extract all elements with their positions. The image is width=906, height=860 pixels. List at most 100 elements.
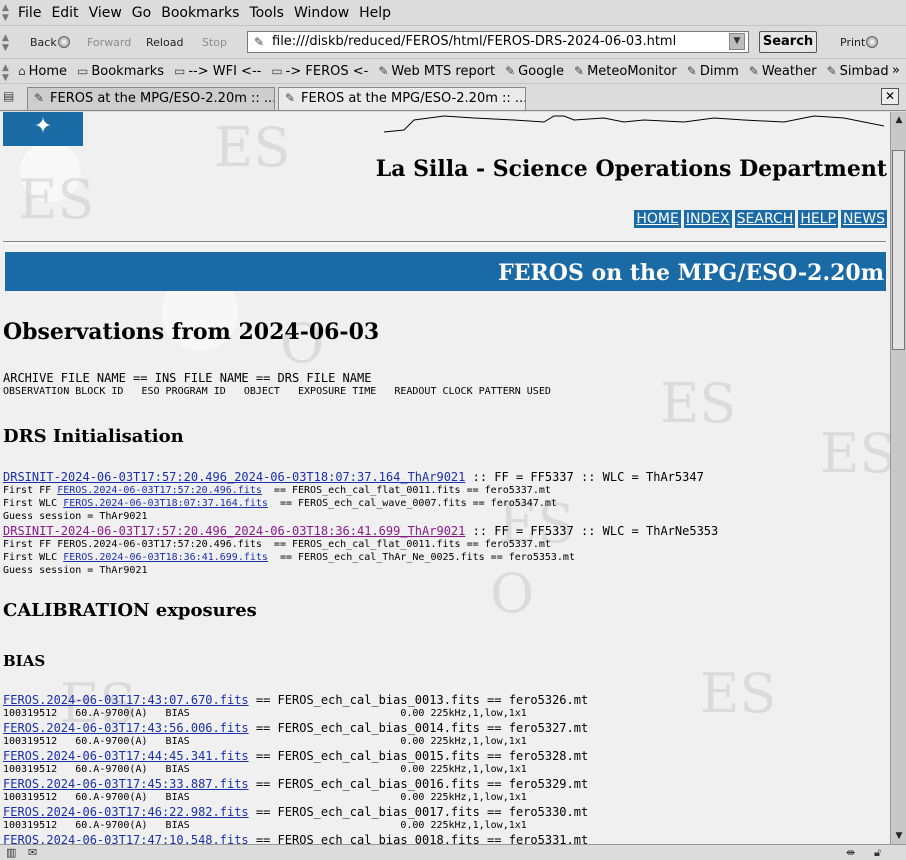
bookmark-wfi[interactable]: ▭ --> WFI <-- [174, 64, 261, 79]
home-icon: ⌂ [18, 64, 26, 78]
menu-tools[interactable]: Tools [249, 5, 294, 21]
bias-heading: BIAS [3, 652, 46, 670]
bias-fits-link[interactable]: FEROS.2024-06-03T17:44:45.341.fits [3, 749, 249, 763]
instrument-banner: FEROS on the MPG/ESO-2.20m [5, 252, 886, 291]
legend-line-1: ARCHIVE FILE NAME == INS FILE NAME == DR… [3, 371, 372, 385]
eso-watermark: ES [214, 116, 291, 179]
wlc-prefix: First WLC [3, 552, 64, 563]
toolbar-grip-icon[interactable]: ▲ ▼ [2, 63, 9, 83]
eso-watermark: ES [18, 168, 95, 231]
url-bar[interactable]: ✎ file:///diskb/reduced/FEROS/html/FEROS… [247, 31, 749, 53]
bias-row: FEROS.2024-06-03T17:43:56.006.fits == FE… [3, 721, 588, 735]
drsinit-link[interactable]: DRSINIT-2024-06-03T17:57:20.496_2024-06-… [3, 470, 465, 484]
drs-entry: DRSINIT-2024-06-03T17:57:20.496_2024-06-… [3, 524, 718, 538]
eso-watermark: ES [700, 662, 777, 725]
link-icon: ✎ [748, 64, 759, 78]
bias-fits-link[interactable]: FEROS.2024-06-03T17:47:10.548.fits [3, 833, 249, 844]
nav-help-link[interactable]: HELP [798, 210, 838, 228]
link-icon: ✎ [574, 64, 585, 78]
back-dropdown-icon[interactable] [57, 36, 70, 48]
nav-search-link[interactable]: SEARCH [734, 210, 796, 228]
ff-prefix: First FF [3, 539, 58, 550]
bookmark-home[interactable]: ⌂ Home [18, 64, 67, 79]
tab-2-active[interactable]: ✎ FEROS at the MPG/ESO-2.20m :: ... [278, 87, 526, 110]
bookmark-weather[interactable]: ✎ Weather [749, 64, 817, 79]
bias-tail: == FEROS_ech_cal_bias_0017.fits == fero5… [248, 805, 589, 819]
bias-row: FEROS.2024-06-03T17:44:45.341.fits == FE… [3, 749, 588, 763]
print-button[interactable]: Print [840, 36, 879, 49]
stop-button[interactable]: Stop [202, 36, 227, 49]
page-content: ES ES ES ES ES O O ES ES ✦ La Silla - Sc… [0, 112, 890, 844]
guess-session: Guess session = ThAr9021 [3, 511, 148, 522]
bookmark-feros[interactable]: ▭ -> FEROS <- [271, 64, 368, 79]
ff-fits-link[interactable]: FEROS.2024-06-03T17:57:20.496.fits [57, 485, 262, 496]
bookmark-label: Google [518, 64, 565, 79]
mail-icon[interactable]: ✉ [28, 846, 37, 859]
drs-summary: :: FF = FF5337 :: WLC = ThArNe5353 [465, 524, 719, 538]
bias-info: 100319512 60.A-9700(A) BIAS 0.00 225kHz,… [3, 764, 527, 775]
bias-fits-link[interactable]: FEROS.2024-06-03T17:43:56.006.fits [3, 721, 249, 735]
bookmark-label: --> WFI <-- [188, 64, 262, 79]
reload-button[interactable]: Reload [146, 36, 183, 49]
menu-file[interactable]: File [18, 5, 51, 21]
security-lock-icon[interactable]: 🔓︎ [874, 846, 881, 860]
status-bar: ▥ ✉ ⇼ 🔓︎ [0, 844, 906, 860]
search-button[interactable]: Search [759, 31, 817, 53]
wlc-fits-link[interactable]: FEROS.2024-06-03T18:36:41.699.fits [63, 552, 268, 563]
menu-window[interactable]: Window [294, 5, 359, 21]
drs-first-wlc: First WLC FEROS.2024-06-03T18:36:41.699.… [3, 552, 575, 563]
bookmark-google[interactable]: ✎ Google [505, 64, 564, 79]
print-dropdown-icon[interactable] [866, 36, 879, 48]
scroll-up-icon[interactable]: ▲ [892, 113, 906, 127]
nav-index-link[interactable]: INDEX [683, 210, 732, 228]
bias-fits-link[interactable]: FEROS.2024-06-03T17:43:07.670.fits [3, 693, 249, 707]
forward-button[interactable]: Forward [87, 36, 131, 49]
url-dropdown-icon[interactable]: ▼ [729, 33, 745, 50]
drsinit-link[interactable]: DRSINIT-2024-06-03T17:57:20.496_2024-06-… [3, 524, 465, 538]
drs-first-wlc: First WLC FEROS.2024-06-03T18:07:37.164.… [3, 498, 557, 509]
bias-fits-link[interactable]: FEROS.2024-06-03T17:45:33.887.fits [3, 777, 249, 791]
folder-icon: ▭ [174, 64, 186, 78]
bookmark-simbad[interactable]: ✎ Simbad [827, 64, 889, 79]
ff-prefix: First FF [3, 485, 58, 496]
scroll-thumb[interactable] [892, 150, 905, 350]
url-text: file:///diskb/reduced/FEROS/html/FEROS-D… [272, 34, 677, 49]
online-status-icon[interactable]: ⇼ [846, 846, 855, 859]
bookmark-meteomonitor[interactable]: ✎ MeteoMonitor [574, 64, 677, 79]
bookmark-web-mts[interactable]: ✎ Web MTS report [378, 64, 495, 79]
bias-info: 100319512 60.A-9700(A) BIAS 0.00 225kHz,… [3, 820, 527, 831]
bookmark-dimm[interactable]: ✎ Dimm [687, 64, 739, 79]
bias-fits-link[interactable]: FEROS.2024-06-03T17:46:22.982.fits [3, 805, 249, 819]
bookmark-label: Home [28, 64, 68, 79]
drs-summary: :: FF = FF5337 :: WLC = ThAr5347 [465, 470, 704, 484]
toolbar-grip-icon[interactable]: ▲ ▼ [2, 33, 9, 53]
nav-home-link[interactable]: HOME [634, 210, 681, 228]
legend-line-2: OBSERVATION BLOCK ID ESO PROGRAM ID OBJE… [3, 386, 551, 397]
toolbar-grip-icon[interactable]: ▲ ▼ [2, 3, 10, 23]
vertical-scrollbar[interactable]: ▲ ▼ [890, 112, 906, 844]
menu-help[interactable]: Help [359, 5, 401, 21]
page-icon: ✎ [285, 91, 296, 105]
link-icon: ✎ [505, 64, 516, 78]
page-icon: ✎ [34, 91, 45, 105]
scroll-down-icon[interactable]: ▼ [892, 829, 906, 843]
navigator-icon[interactable]: ▥ [6, 846, 16, 859]
wlc-fits-link[interactable]: FEROS.2024-06-03T18:07:37.164.fits [63, 498, 268, 509]
navigation-toolbar: Back Forward Reload Stop ✎ file:///diskb… [0, 27, 906, 59]
close-tab-icon[interactable]: ✕ [881, 88, 899, 105]
bookmark-bookmarks[interactable]: ▭ Bookmarks [77, 64, 164, 79]
nav-news-link[interactable]: NEWS [840, 210, 887, 228]
la-silla-skyline [384, 115, 884, 133]
menu-go[interactable]: Go [132, 5, 161, 21]
bookmarks-overflow-button[interactable]: » [892, 63, 900, 78]
menu-edit[interactable]: Edit [51, 5, 88, 21]
menu-view[interactable]: View [89, 5, 132, 21]
new-tab-icon[interactable]: ▤ [3, 89, 21, 106]
menu-list: File Edit View Go Bookmarks Tools Window… [18, 5, 401, 21]
tab-1[interactable]: ✎ FEROS at the MPG/ESO-2.20m :: ... [27, 87, 275, 110]
menu-bookmarks[interactable]: Bookmarks [161, 5, 249, 21]
wlc-prefix: First WLC [3, 498, 64, 509]
bias-row: FEROS.2024-06-03T17:47:10.548.fits == FE… [3, 833, 588, 844]
back-button[interactable]: Back [30, 36, 70, 49]
bias-info: 100319512 60.A-9700(A) BIAS 0.00 225kHz,… [3, 708, 527, 719]
